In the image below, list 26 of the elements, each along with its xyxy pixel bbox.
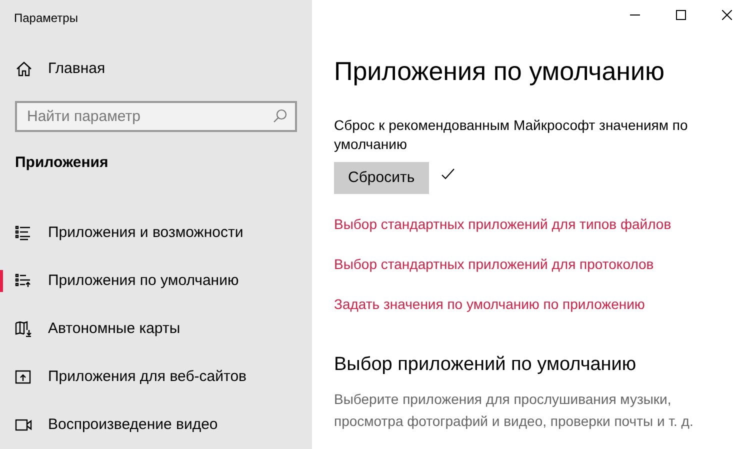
description-text: Сброс к рекомендованным Майкрософт значениям по умолчанию [334,116,689,154]
nav-item[interactable]: Приложения для веб-сайтов [0,353,312,402]
window-title: Параметры [13,10,79,27]
window-arrow-icon [15,369,31,386]
reset-button[interactable]: Сбросить [334,162,429,194]
link[interactable]: Выбор стандартных приложений для протоколов [334,254,654,274]
section-heading: Приложения [14,152,110,173]
search-icon [273,108,287,123]
home-icon [16,61,32,78]
nav-item[interactable]: Приложения по умолчанию [0,257,312,306]
nav-item[interactable]: Автономные карты [0,305,312,354]
camera-icon [15,418,32,432]
section-heading: Выбор приложений по умолчанию [334,353,638,377]
maximize-icon [676,10,686,20]
page-title: Приложения по умолчанию [334,55,666,88]
list-icon [15,225,31,242]
close-icon [722,10,732,20]
nav-item[interactable]: Воспроизведение видео [0,401,312,449]
nav-link[interactable]: Главная [48,58,106,81]
nav-item[interactable]: Приложения и возможности [0,209,312,258]
list-arrow-icon [15,273,31,290]
search-field[interactable]: Найти параметр [15,100,297,132]
description-text: Выберите приложения для прослушивания музыки, просмотра фотографий и видео, проверки почты и т. д. [334,390,694,431]
map-icon [15,321,32,338]
link[interactable]: Задать значения по умолчанию по приложению [334,294,645,314]
link[interactable]: Выбор стандартных приложений для типов файлов [334,214,672,234]
